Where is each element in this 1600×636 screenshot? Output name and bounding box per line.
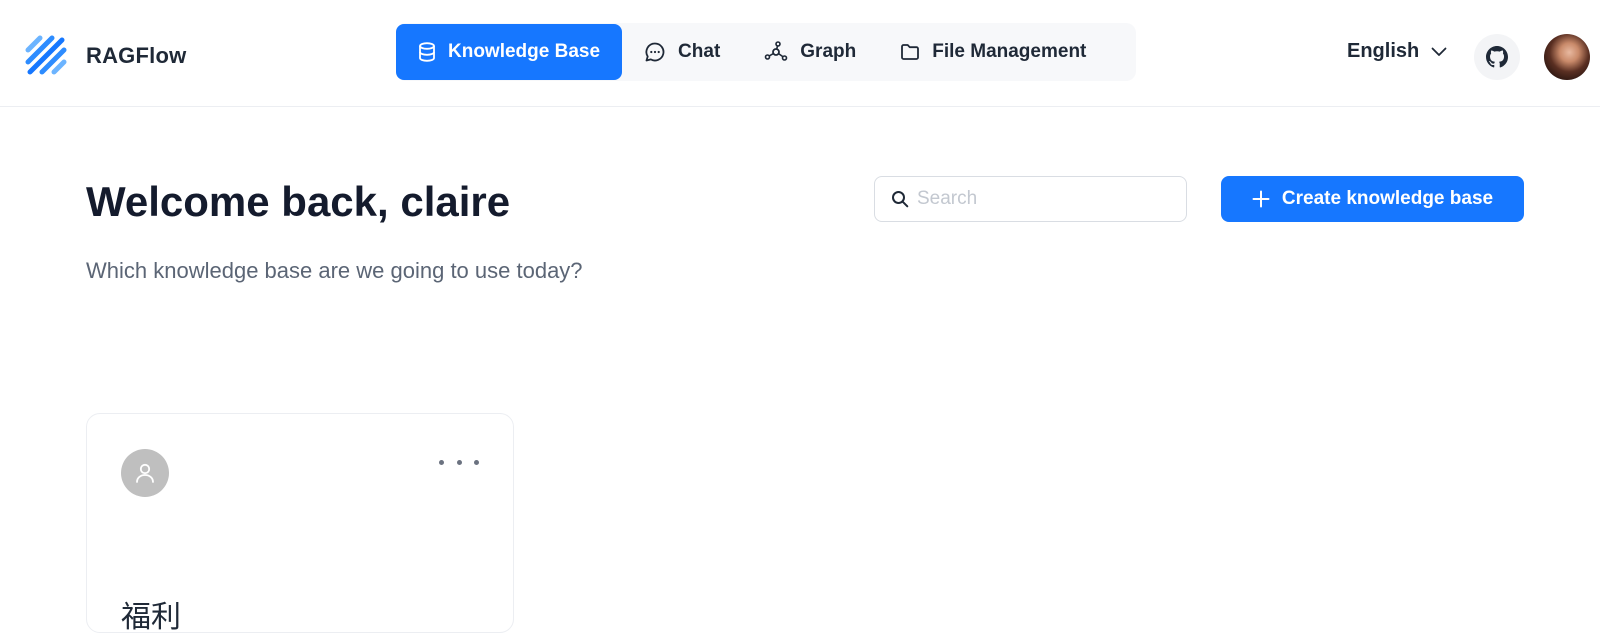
page-subtitle: Which knowledge base are we going to use… [86, 258, 583, 283]
app-name: RAGFlow [86, 43, 187, 68]
language-selector[interactable]: English [1347, 40, 1447, 63]
dot [439, 459, 444, 465]
folder-icon [901, 44, 920, 60]
chevron-down-icon [1431, 47, 1447, 56]
ragflow-logo-icon [25, 35, 67, 75]
create-button-label: Create knowledge base [1281, 188, 1494, 209]
knowledge-base-card[interactable]: 福利 [86, 413, 514, 634]
top-header: RAGFlow Knowledge Base Chat Graph File M… [0, 0, 1600, 107]
card-title: 福利 [121, 601, 181, 634]
create-knowledge-base-button[interactable]: Create knowledge base [1221, 176, 1524, 222]
search-input[interactable] [917, 188, 1167, 210]
search-icon [892, 191, 909, 208]
tab-label: Graph [800, 41, 857, 62]
tab-label: Knowledge Base [448, 41, 601, 62]
tab-label: File Management [932, 41, 1087, 62]
github-button[interactable] [1474, 34, 1520, 80]
tab-file-management[interactable]: File Management [878, 24, 1108, 80]
search-box[interactable] [874, 176, 1187, 222]
more-options-icon[interactable] [439, 452, 479, 472]
graph-icon [764, 41, 788, 61]
tab-label: Chat [678, 41, 721, 62]
user-icon [136, 463, 154, 483]
dot [456, 459, 462, 465]
plus-icon [1252, 190, 1270, 208]
card-avatar [121, 449, 169, 497]
tab-chat[interactable]: Chat [622, 24, 742, 80]
app-logo[interactable]: RAGFlow [22, 32, 186, 80]
user-avatar[interactable] [1544, 34, 1590, 80]
tab-graph[interactable]: Graph [742, 24, 878, 80]
github-icon [1486, 46, 1508, 68]
chat-icon [645, 42, 665, 62]
language-label: English [1347, 40, 1420, 62]
dot [474, 459, 479, 465]
main-nav: Knowledge Base Chat Graph File Managemen… [396, 23, 1136, 81]
tab-knowledge-base[interactable]: Knowledge Base [396, 24, 623, 80]
page-title: Welcome back, claire [86, 178, 511, 225]
database-icon [419, 42, 435, 62]
